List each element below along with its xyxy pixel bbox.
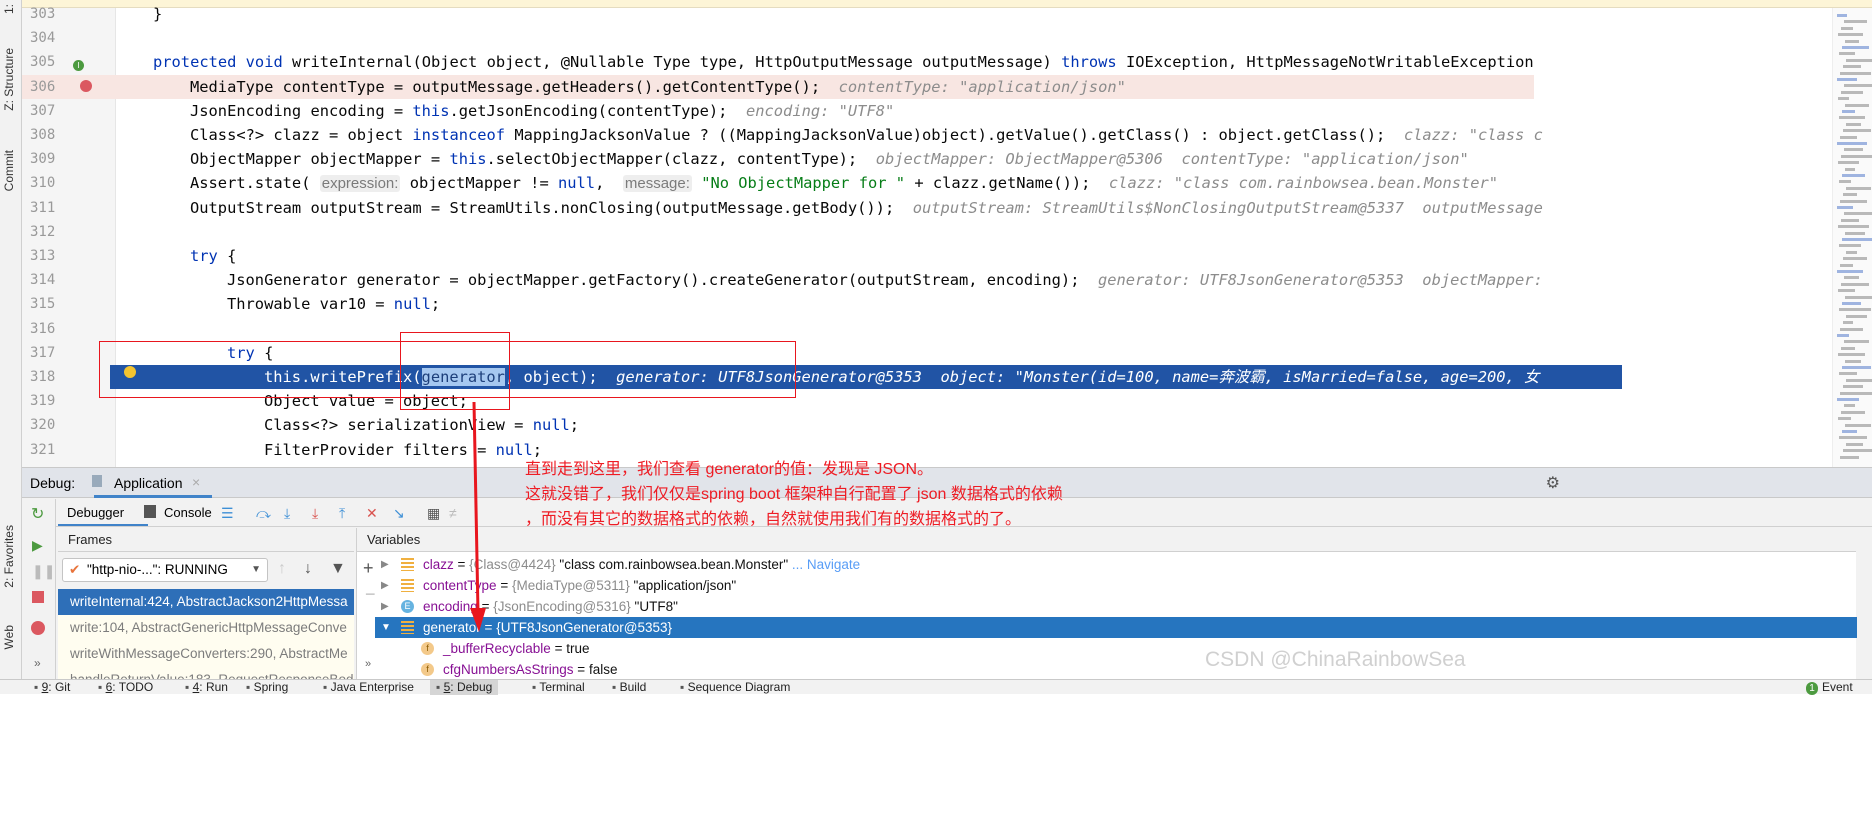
tool-window-spring[interactable]: ▪ Spring	[246, 680, 288, 695]
todo-icon: ▪	[98, 680, 106, 694]
tool-window-label: : TODO	[112, 680, 154, 694]
event-log-label: Event	[1822, 680, 1853, 694]
tool-window-run[interactable]: ▪ 4: Run	[185, 680, 228, 695]
tool-window-terminal[interactable]: ▪ Terminal	[532, 680, 585, 695]
tool-window-debug[interactable]: ▪ 5: Debug	[430, 680, 499, 695]
tool-window-label: : Run	[199, 680, 228, 694]
tool-window-label: Terminal	[539, 680, 585, 694]
bottom-tool-bar: ▪ 9: Git ▪ 6: TODO ▪ 4: Run ▪ Spring ▪ Java …	[0, 679, 1872, 695]
sequence-diagram-icon: ▪	[680, 680, 688, 694]
tool-window-label: : Debug	[450, 680, 493, 694]
event-log-button[interactable]: 1 Event	[1806, 680, 1853, 695]
debug-icon: ▪	[436, 680, 444, 694]
event-count-badge: 1	[1806, 682, 1818, 695]
git-icon: ▪	[34, 680, 42, 694]
tool-window-todo[interactable]: ▪ 6: TODO	[98, 680, 153, 695]
tool-window-build[interactable]: ▪ Build	[612, 680, 646, 695]
tool-window-label: Spring	[253, 680, 289, 694]
build-icon: ▪	[612, 680, 620, 694]
java-enterprise-icon: ▪	[323, 680, 331, 694]
tool-window-java-enterprise[interactable]: ▪ Java Enterprise	[323, 680, 414, 695]
tool-window-label: Java Enterprise	[330, 680, 414, 694]
tool-window-label: : Git	[48, 680, 71, 694]
annotation-arrow	[470, 401, 486, 632]
tool-window-label: Build	[619, 680, 647, 694]
spring-icon: ▪	[246, 680, 254, 694]
watermark: CSDN @ChinaRainbowSea	[1205, 648, 1466, 671]
run-icon: ▪	[185, 680, 193, 694]
tool-window-git[interactable]: ▪ 9: Git	[34, 680, 70, 695]
tool-window-sequence-diagram[interactable]: ▪ Sequence Diagram	[680, 680, 790, 695]
tool-window-label: Sequence Diagram	[687, 680, 791, 694]
